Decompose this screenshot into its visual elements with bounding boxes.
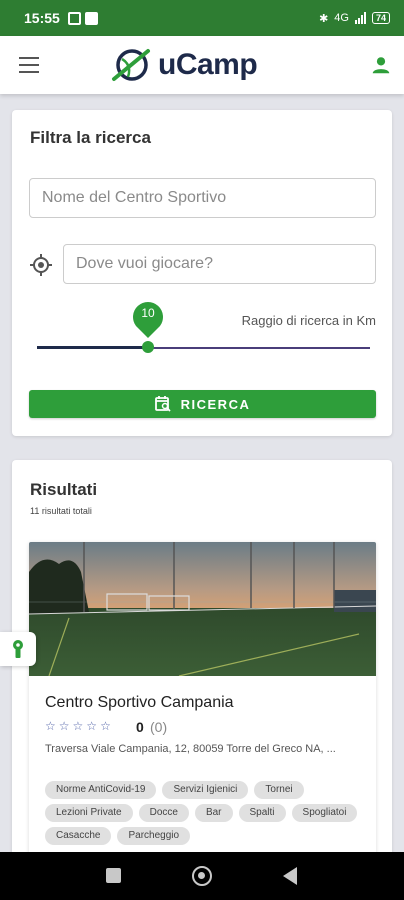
rating-value: 0 [136, 719, 144, 735]
tag-chip: Tornei [254, 781, 304, 799]
slider-thumb[interactable] [142, 341, 154, 353]
star-icon: ☆ [45, 719, 56, 733]
system-nav-bar [0, 852, 404, 900]
tag-chip: Lezioni Private [45, 804, 133, 822]
battery-level: 74 [371, 12, 390, 24]
calendar-search-icon [154, 396, 171, 412]
tag-chip: Norme AntiCovid-19 [45, 781, 157, 799]
app-logo: uCamp [110, 45, 258, 85]
tag-chip: Servizi Igienici [162, 781, 249, 799]
menu-icon[interactable] [19, 57, 39, 73]
logo-ball-icon [112, 49, 150, 81]
tag-chip: Spogliatoi [291, 804, 358, 822]
slider-track-fill [37, 346, 148, 349]
sport-center-name-input[interactable] [29, 178, 376, 218]
result-card[interactable]: Centro Sportivo Campania ☆ ☆ ☆ ☆ ☆ 0 (0)… [29, 542, 376, 872]
sport-center-address: Traversa Viale Campania, 12, 80059 Torre… [45, 743, 336, 755]
tag-chip: Casacche [45, 827, 112, 845]
filter-title: Filtra la ricerca [30, 128, 151, 147]
keyhole-icon [13, 640, 23, 658]
user-icon[interactable] [370, 54, 392, 76]
tag-chip: Parcheggio [117, 827, 191, 845]
notification-icon [67, 11, 81, 25]
network-type: 4G [334, 12, 349, 24]
signal-icon [354, 12, 366, 24]
results-card: Risultati 11 risultati totali Centro Spo… [12, 460, 392, 872]
slider-value-bubble: 10 [132, 300, 164, 338]
tag-chip: Docce [138, 804, 189, 822]
star-icon: ☆ [100, 719, 111, 733]
bluetooth-icon: ✱ [319, 12, 329, 25]
home-button[interactable] [192, 866, 212, 886]
app-name: uCamp [158, 48, 258, 81]
results-title: Risultati [30, 480, 98, 499]
rating-count: (0) [150, 719, 168, 735]
back-button[interactable] [283, 867, 297, 885]
app-bar: uCamp [0, 36, 404, 94]
sport-center-photo[interactable] [29, 542, 376, 676]
status-time: 15:55 [24, 10, 60, 26]
radius-label: Raggio di ricerca in Km [241, 313, 376, 328]
results-count: 11 risultati totali [30, 506, 92, 516]
rating-stars: ☆ ☆ ☆ ☆ ☆ [45, 719, 111, 733]
slider-value: 10 [141, 306, 155, 320]
search-button[interactable]: RICERCA [29, 390, 376, 418]
sport-center-name[interactable]: Centro Sportivo Campania [45, 694, 234, 712]
tag-chip: Spalti [238, 804, 286, 822]
filter-card: Filtra la ricerca 10 Raggio di ricerca i… [12, 110, 392, 436]
recents-button[interactable] [106, 868, 121, 883]
star-icon: ☆ [58, 719, 70, 733]
service-tags: Norme AntiCovid-19 Servizi Igienici Torn… [45, 781, 365, 845]
radius-slider[interactable]: 10 Raggio di ricerca in Km [12, 300, 392, 360]
target-icon[interactable] [29, 253, 53, 277]
star-icon: ☆ [86, 719, 98, 733]
location-input[interactable] [63, 244, 376, 284]
search-button-label: RICERCA [180, 396, 251, 412]
accessibility-tab[interactable] [0, 632, 36, 666]
status-bar: 15:55 ✱ 4G 74 [0, 0, 404, 36]
star-icon: ☆ [72, 719, 84, 733]
tag-chip: Bar [194, 804, 233, 822]
notification-icon [84, 11, 98, 25]
